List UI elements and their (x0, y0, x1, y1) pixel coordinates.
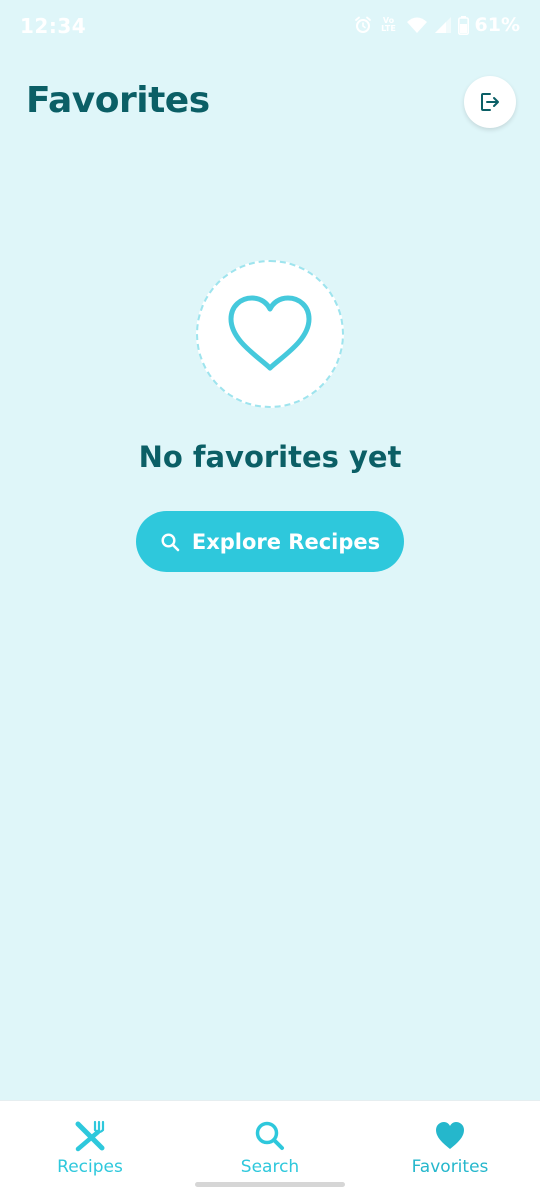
utensils-icon (73, 1119, 107, 1153)
battery-icon (457, 15, 469, 35)
page-title: Favorites (26, 80, 210, 121)
wifi-icon (406, 16, 428, 34)
explore-recipes-label: Explore Recipes (191, 529, 381, 554)
battery-percent: 61% (474, 14, 520, 36)
cellular-signal-icon (434, 16, 452, 34)
nav-item-recipes[interactable]: Recipes (0, 1119, 180, 1177)
alarm-icon (354, 16, 372, 34)
search-icon (160, 532, 180, 552)
logout-button[interactable] (464, 76, 516, 128)
heart-icon (433, 1119, 467, 1153)
nav-item-search[interactable]: Search (180, 1119, 360, 1177)
favorites-screen: 12:34 Vo LTE 61% Favorites No favorites … (0, 0, 540, 1201)
status-time: 12:34 (20, 14, 87, 38)
search-icon (253, 1119, 287, 1153)
heart-outline-icon (227, 294, 313, 374)
status-bar: 12:34 Vo LTE 61% (0, 0, 540, 54)
home-indicator[interactable] (195, 1182, 345, 1187)
empty-state-illustration (196, 260, 344, 408)
status-icons: Vo LTE 61% (354, 14, 520, 36)
network-type-label: Vo LTE (381, 16, 396, 33)
explore-recipes-button[interactable]: Explore Recipes (136, 511, 404, 572)
empty-state-title: No favorites yet (138, 440, 402, 474)
nav-label-favorites: Favorites (411, 1157, 489, 1177)
nav-label-search: Search (240, 1157, 300, 1177)
logout-icon (478, 90, 502, 114)
nav-item-favorites[interactable]: Favorites (360, 1119, 540, 1177)
nav-label-recipes: Recipes (57, 1157, 123, 1177)
